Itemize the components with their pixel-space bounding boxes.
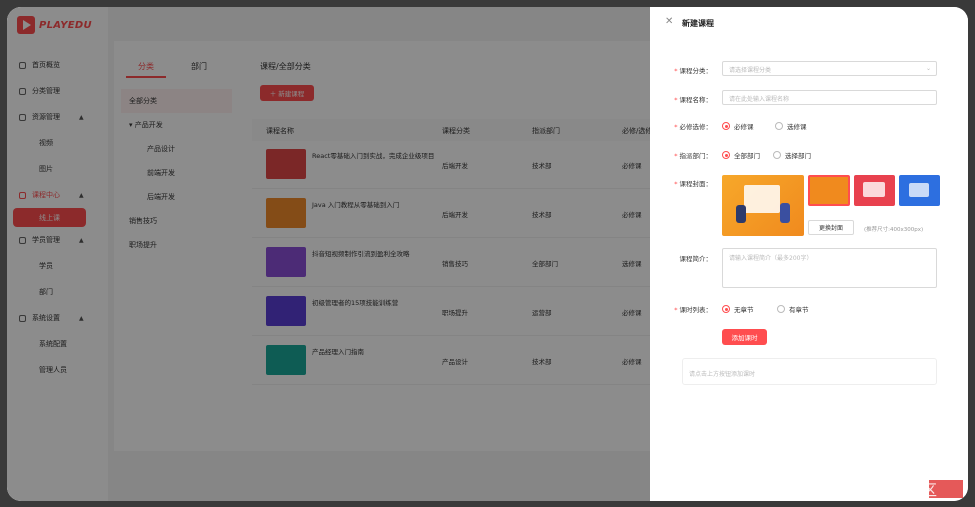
watermark: @稀土掘金技术社区 (802, 481, 938, 499)
lessons-label: 课时列表： (679, 306, 713, 314)
radio-required[interactable]: 必修课 (722, 121, 754, 131)
add-lesson-button[interactable]: 添加课时 (722, 329, 767, 345)
radio-elective[interactable]: 选修课 (775, 121, 807, 131)
lesson-list-empty: 请点击上方按钮添加课时 (682, 358, 937, 385)
cover-option-1[interactable] (808, 175, 850, 206)
chevron-down-icon: ⌄ (925, 65, 931, 72)
cover-preview (722, 175, 804, 236)
radio-with-chapters[interactable]: 有章节 (777, 304, 809, 314)
intro-label: 课程简介： (679, 255, 713, 263)
cover-label: 课程封面： (679, 180, 713, 188)
required-label: 必修选修： (679, 123, 713, 131)
name-label: 课程名称： (679, 96, 713, 104)
close-icon[interactable]: ✕ (665, 16, 673, 27)
change-cover-button[interactable]: 更换封面 (808, 220, 854, 235)
cover-option-2[interactable] (854, 175, 895, 206)
app-window: PLAYEDU 首页概览 分类管理 资源管理 ▲ 视频 图片 课程中心 ▲ 线上课 学员管理 ▲ 学员… (7, 7, 968, 501)
radio-select-department[interactable]: 选择部门 (773, 150, 811, 160)
new-course-drawer: ✕ 新建课程 * 课程分类： 请选择课程分类 ⌄ * 课程名称： 请在此处输入课程名称… (650, 7, 968, 501)
drawer-title: 新建课程 (682, 19, 714, 28)
cover-size-hint: (推荐尺寸:400x300px) (864, 227, 924, 233)
course-intro-textarea[interactable]: 请输入课程简介（最多200字） (722, 248, 937, 288)
cover-option-3[interactable] (899, 175, 940, 206)
category-label: 课程分类： (679, 67, 713, 75)
radio-no-chapters[interactable]: 无章节 (722, 304, 754, 314)
category-select[interactable]: 请选择课程分类 ⌄ (722, 61, 937, 76)
dept-label: 指派部门： (679, 152, 713, 160)
course-name-input[interactable]: 请在此处输入课程名称 (722, 90, 937, 105)
radio-all-departments[interactable]: 全部部门 (722, 150, 760, 160)
modal-overlay[interactable] (7, 7, 650, 501)
